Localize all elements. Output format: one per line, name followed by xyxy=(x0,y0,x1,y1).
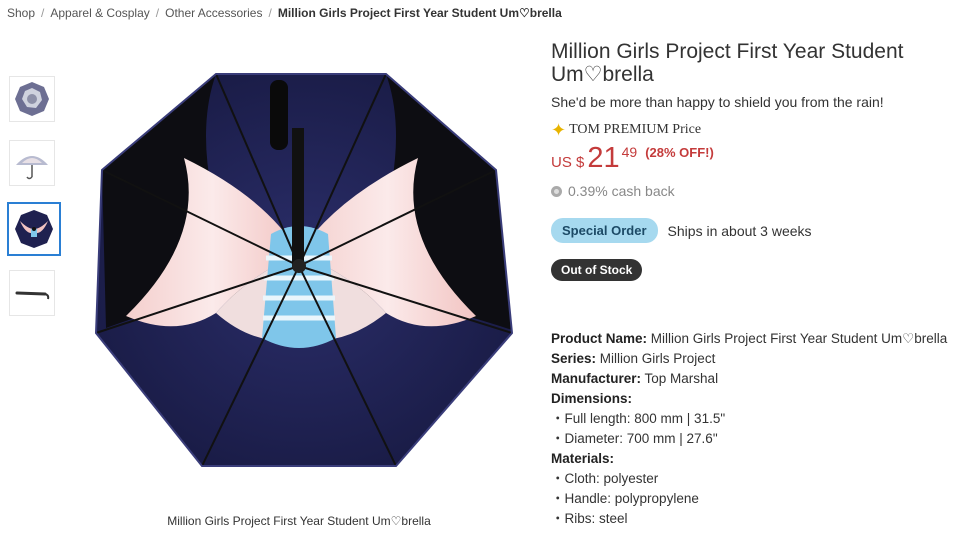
breadcrumb-shop[interactable]: Shop xyxy=(7,6,35,20)
breadcrumb-separator: / xyxy=(41,6,45,20)
product-specs: Product Name: Million Girls Project Firs… xyxy=(551,329,947,529)
product-title: Million Girls Project First Year Student… xyxy=(551,40,904,86)
thumbnail-side-view[interactable] xyxy=(9,140,55,186)
image-caption: Million Girls Project First Year Student… xyxy=(167,514,431,528)
spec-handle: ・Handle: polypropylene xyxy=(551,491,699,506)
spec-value: Million Girls Project First Year Student… xyxy=(650,331,948,346)
spec-dimensions: Dimensions: xyxy=(551,389,947,409)
breadcrumb-separator: / xyxy=(155,6,160,20)
breadcrumb-apparel[interactable]: Apparel & Cosplay xyxy=(50,6,149,20)
umbrella-image xyxy=(94,73,514,467)
breadcrumb-current: Million Girls Project First Year Student… xyxy=(277,6,562,20)
thumbnail-inside-view[interactable] xyxy=(7,202,61,256)
product-tagline: She'd be more than happy to shield you f… xyxy=(551,94,884,110)
premium-price-label: ✦ TOM PREMIUM Price xyxy=(551,120,961,140)
spec-materials: Materials: xyxy=(551,449,947,469)
spec-cloth: ・Cloth: polyester xyxy=(551,471,659,486)
cashback: 0.39% cash back xyxy=(551,183,961,199)
price-currency: US $ xyxy=(551,154,585,171)
special-order-badge: Special Order xyxy=(551,218,658,243)
thumbnail-top-view[interactable] xyxy=(9,76,55,122)
breadcrumb-accessories[interactable]: Other Accessories xyxy=(165,6,262,20)
product-info: Million Girls Project First Year Student… xyxy=(551,40,961,281)
premium-label-text: TOM PREMIUM Price xyxy=(569,122,702,137)
shipping-estimate: Ships in about 3 weeks xyxy=(667,222,812,239)
discount-label: (28% OFF!) xyxy=(645,145,714,160)
thumbnail-list xyxy=(7,76,61,334)
spec-label: Materials: xyxy=(551,451,615,466)
price-cents: 49 xyxy=(621,144,638,160)
spec-diameter: ・Diameter: 700 mm | 27.6" xyxy=(551,431,718,446)
spec-label: Dimensions: xyxy=(551,391,633,406)
sparkle-star-icon: ✦ xyxy=(551,120,567,140)
spec-product-name: Product Name: Million Girls Project Firs… xyxy=(551,329,947,349)
product-main-image[interactable] xyxy=(66,38,532,502)
breadcrumb: Shop / Apparel & Cosplay / Other Accessories… xyxy=(7,6,562,20)
cashback-text: 0.39% cash back xyxy=(568,183,675,199)
price: US $ 21 49 (28% OFF!) xyxy=(551,142,961,175)
thumbnail-closed-view[interactable] xyxy=(9,270,55,316)
order-status-row: Special Order Ships in about 3 weeks xyxy=(551,218,961,243)
spec-label: Series: xyxy=(551,351,597,366)
breadcrumb-separator: / xyxy=(268,6,272,20)
coin-icon xyxy=(551,185,562,197)
spec-label: Manufacturer: xyxy=(551,371,642,386)
spec-ribs: ・Ribs: steel xyxy=(551,511,628,526)
price-whole: 21 xyxy=(587,142,620,174)
spec-value: Top Marshal xyxy=(644,371,719,386)
spec-value: Million Girls Project xyxy=(599,351,716,366)
out-of-stock-badge: Out of Stock xyxy=(551,259,643,281)
spec-manufacturer: Manufacturer: Top Marshal xyxy=(551,369,947,389)
spec-series: Series: Million Girls Project xyxy=(551,349,947,369)
spec-full-length: ・Full length: 800 mm | 31.5" xyxy=(551,411,726,426)
spec-label: Product Name: xyxy=(551,331,648,346)
